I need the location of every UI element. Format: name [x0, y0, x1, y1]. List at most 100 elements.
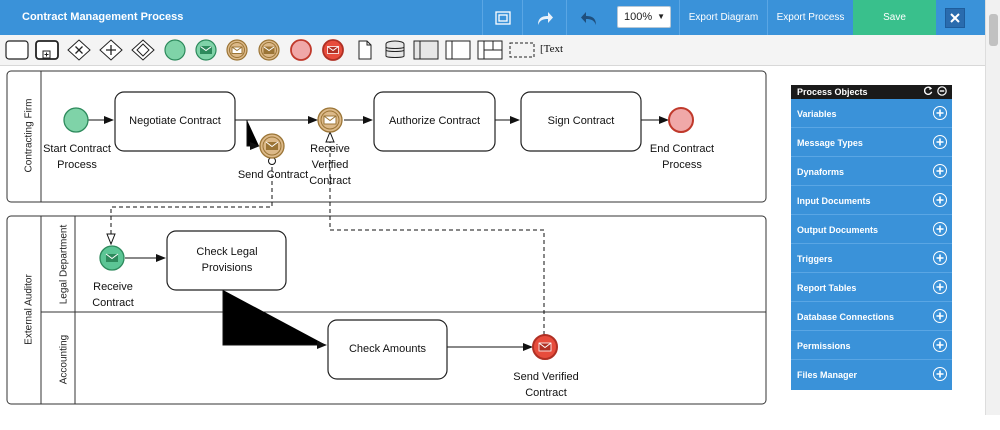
add-icon[interactable] [933, 309, 947, 323]
add-icon[interactable] [933, 135, 947, 149]
panel-item-report-tables[interactable]: Report Tables [791, 273, 952, 302]
chevron-down-icon: ▼ [657, 12, 665, 21]
add-icon[interactable] [933, 338, 947, 352]
subprocess-tool[interactable] [34, 39, 60, 61]
fullscreen-icon [494, 10, 511, 25]
panel-item-input-documents[interactable]: Input Documents [791, 186, 952, 215]
pool-icon [413, 40, 439, 60]
refresh-icon[interactable] [924, 86, 933, 95]
label-end: End Contract Process [649, 143, 715, 171]
label-sign-contract: Sign Contract [547, 115, 615, 127]
intermediate-throw-message-icon [258, 39, 280, 61]
export-process-button[interactable]: Export Process [767, 0, 853, 35]
undo-icon [580, 11, 596, 25]
redo-icon [537, 11, 553, 25]
undo-button[interactable] [566, 0, 610, 35]
panel-item-label: Report Tables [797, 283, 857, 293]
start-event-tool[interactable] [162, 39, 188, 61]
add-icon[interactable] [933, 367, 947, 381]
panel-item-output-documents[interactable]: Output Documents [791, 215, 952, 244]
redo-button[interactable] [522, 0, 566, 35]
close-icon [950, 13, 960, 23]
lane-label-accounting: Accounting [58, 334, 70, 385]
title-bar: Contract Management Process 100% ▼ Expor… [0, 0, 985, 35]
receive-contract-event[interactable] [99, 245, 125, 271]
panel-item-label: Dynaforms [797, 167, 845, 177]
vertical-scrollbar[interactable] [985, 0, 1000, 415]
label-negotiate-contract: Negotiate Contract [129, 115, 221, 127]
panel-item-permissions[interactable]: Permissions [791, 331, 952, 360]
end-message-event-tool[interactable] [320, 39, 346, 61]
lane-label-external-auditor: External Auditor [23, 274, 35, 345]
process-title: Contract Management Process [22, 11, 184, 23]
add-icon[interactable] [933, 164, 947, 178]
panel-item-label: Database Connections [797, 312, 895, 322]
panel-title: Process Objects [797, 87, 868, 97]
intermediate-throw-message-tool[interactable] [256, 39, 282, 61]
panel-item-label: Permissions [797, 341, 851, 351]
panel-item-label: Output Documents [797, 225, 878, 235]
collapse-icon[interactable] [937, 86, 947, 96]
lane-label-contracting-firm: Contracting Firm [23, 98, 35, 173]
receive-verified-contract-event[interactable] [317, 107, 343, 133]
panel-item-label: Variables [797, 109, 837, 119]
send-verified-contract-event[interactable] [532, 334, 558, 360]
task-tool[interactable] [4, 39, 30, 61]
end-event-tool[interactable] [288, 39, 314, 61]
start-event-icon [164, 39, 186, 61]
zoom-select[interactable]: 100% ▼ [617, 6, 671, 28]
export-diagram-button[interactable]: Export Diagram [679, 0, 767, 35]
add-icon[interactable] [933, 222, 947, 236]
inclusive-gateway-tool[interactable] [130, 39, 156, 61]
end-event[interactable] [668, 107, 694, 133]
inclusive-gateway-icon [131, 39, 155, 61]
group-icon [509, 42, 535, 58]
split-lane-icon [477, 40, 503, 60]
panel-item-triggers[interactable]: Triggers [791, 244, 952, 273]
group-tool[interactable] [508, 39, 536, 61]
data-store-icon [385, 40, 405, 58]
fullscreen-button[interactable] [482, 0, 522, 35]
label-start: Start Contract Process [43, 143, 111, 171]
split-lane-tool[interactable] [476, 39, 504, 61]
label-check-legal-provisions: Check Legal Provisions [196, 246, 258, 274]
start-message-event-tool[interactable] [193, 39, 219, 61]
data-object-tool[interactable] [352, 39, 378, 61]
subprocess-icon [35, 40, 59, 60]
task-icon [5, 40, 29, 60]
add-icon[interactable] [933, 193, 947, 207]
process-objects-panel: Process Objects Variables Message Types … [791, 85, 952, 390]
panel-item-files-manager[interactable]: Files Manager [791, 360, 952, 389]
panel-item-message-types[interactable]: Message Types [791, 128, 952, 157]
text-tool-label: Text [543, 43, 564, 55]
panel-item-dynaforms[interactable]: Dynaforms [791, 157, 952, 186]
intermediate-catch-message-tool[interactable] [224, 39, 250, 61]
end-event-icon [290, 39, 312, 61]
data-store-tool[interactable] [382, 39, 408, 61]
close-button[interactable] [945, 8, 965, 28]
start-event[interactable] [63, 107, 89, 133]
exclusive-gateway-icon [67, 39, 91, 61]
lane-tool[interactable] [444, 39, 472, 61]
export-diagram-label: Export Diagram [688, 12, 759, 23]
panel-item-label: Input Documents [797, 196, 871, 206]
add-icon[interactable] [933, 106, 947, 120]
add-icon[interactable] [933, 280, 947, 294]
pool-tool[interactable] [412, 39, 440, 61]
lane-icon [445, 40, 471, 60]
panel-item-database-connections[interactable]: Database Connections [791, 302, 952, 331]
label-receive-contract: Receive Contract [92, 281, 134, 309]
panel-item-label: Triggers [797, 254, 833, 264]
add-icon[interactable] [933, 251, 947, 265]
save-button[interactable]: Save [853, 0, 936, 35]
scrollbar-thumb[interactable] [989, 14, 998, 46]
label-check-amounts: Check Amounts [348, 343, 427, 355]
panel-item-variables[interactable]: Variables [791, 99, 952, 128]
text-annotation-tool[interactable]: [Text [540, 43, 563, 55]
exclusive-gateway-tool[interactable] [66, 39, 92, 61]
send-contract-event[interactable] [259, 133, 285, 159]
parallel-gateway-tool[interactable] [98, 39, 124, 61]
parallel-gateway-icon [99, 39, 123, 61]
save-label: Save [883, 12, 906, 23]
panel-header: Process Objects [791, 85, 952, 99]
